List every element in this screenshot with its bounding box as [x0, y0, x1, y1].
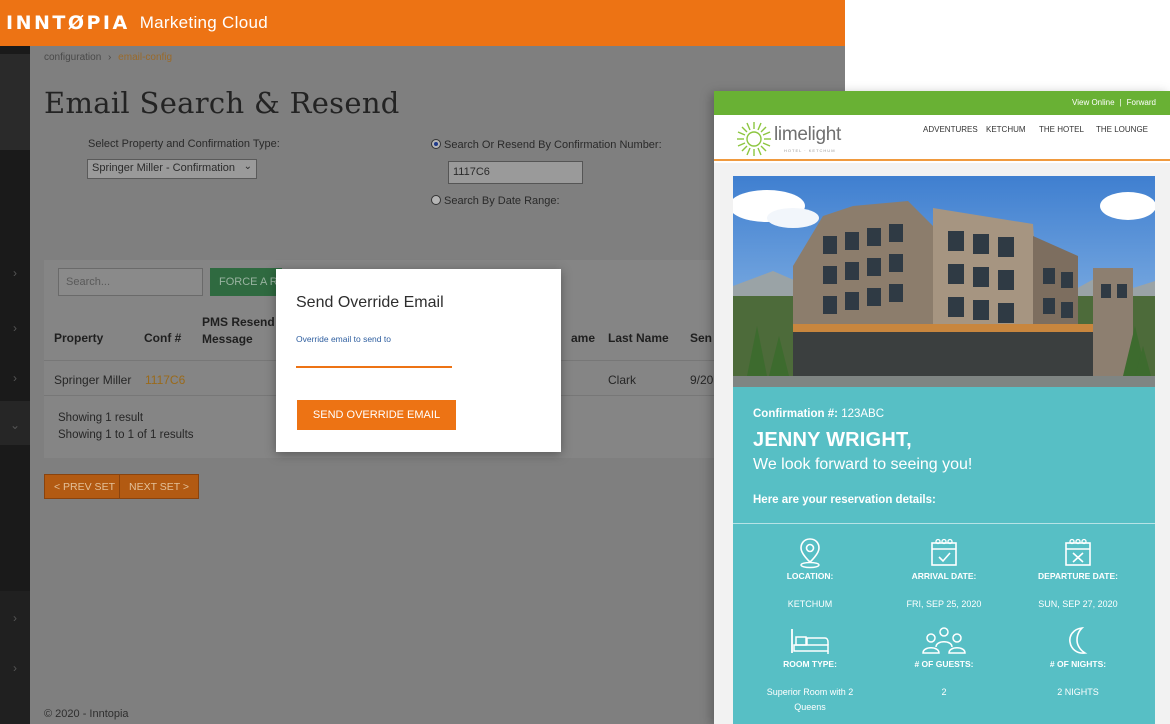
- confirmation-number-input[interactable]: 1117C6: [448, 161, 583, 184]
- detail-location: LOCATION: KETCHUM: [740, 537, 880, 612]
- override-email-label: Override email to send to: [296, 334, 391, 344]
- table-search-input[interactable]: Search...: [58, 268, 203, 296]
- table-footer: Showing 1 result Showing 1 to 1 of 1 res…: [58, 410, 194, 444]
- calendar-x-icon: [1008, 537, 1148, 569]
- nights-value: 2 NIGHTS: [1057, 687, 1099, 697]
- calendar-check-icon: [874, 537, 1014, 569]
- modal-title: Send Override Email: [296, 294, 444, 311]
- forward-link[interactable]: Forward: [1127, 98, 1156, 107]
- nav-the-lounge[interactable]: THE LOUNGE: [1096, 125, 1148, 134]
- screenshot-root: INNTØPIA Marketing Cloud › › › ⌄ › › con…: [0, 0, 1170, 724]
- col-header-sent[interactable]: Sen: [690, 330, 712, 347]
- location-pin-icon: [740, 537, 880, 569]
- radio-date-range[interactable]: [431, 195, 441, 205]
- confirmation-label: Confirmation #:: [753, 408, 838, 420]
- departure-label: DEPARTURE DATE:: [1038, 571, 1118, 581]
- col-header-pms-resend[interactable]: PMS Resend Message: [202, 314, 282, 348]
- col-header-property[interactable]: Property: [54, 330, 103, 347]
- detail-guests: # OF GUESTS: 2: [874, 625, 1014, 700]
- divider: [733, 523, 1155, 524]
- override-email-modal: Send Override Email Override email to se…: [276, 269, 561, 452]
- room-type-label: ROOM TYPE:: [783, 659, 837, 669]
- breadcrumb-email-config[interactable]: email-config: [118, 52, 172, 63]
- reservation-panel: Confirmation #: 123ABC JENNY WRIGHT, We …: [733, 387, 1155, 724]
- moon-icon: [1008, 625, 1148, 657]
- nav-adventures[interactable]: ADVENTURES: [923, 125, 978, 134]
- details-heading: Here are your reservation details:: [753, 494, 936, 506]
- arrival-label: ARRIVAL DATE:: [911, 571, 977, 581]
- sidebar-chevron-right-icon[interactable]: ›: [0, 321, 30, 335]
- confirmation-number: 123ABC: [841, 408, 885, 420]
- breadcrumb-configuration[interactable]: configuration: [44, 52, 101, 63]
- room-type-value: Superior Room with 2 Queens: [766, 687, 854, 712]
- email-preview: View Online | Forward limelight HOTEL · KE…: [714, 91, 1170, 724]
- breadcrumb-separator: ›: [108, 52, 112, 63]
- property-select-label: Select Property and Confirmation Type:: [88, 138, 280, 150]
- col-header-last-name[interactable]: Last Name: [608, 330, 669, 347]
- result-count: Showing 1 result: [58, 412, 144, 424]
- view-online-link[interactable]: View Online: [1072, 98, 1115, 107]
- guests-value: 2: [941, 687, 947, 697]
- brand-subtitle: Marketing Cloud: [139, 13, 268, 32]
- departure-value: SUN, SEP 27, 2020: [1038, 599, 1118, 609]
- result-range: Showing 1 to 1 of 1 results: [58, 429, 194, 441]
- top-bar: INNTØPIA Marketing Cloud: [0, 0, 845, 46]
- email-header: limelight HOTEL · KETCHUM ADVENTURES KET…: [714, 115, 1170, 161]
- col-header-first-name[interactable]: ame: [571, 330, 595, 347]
- detail-arrival: ARRIVAL DATE: FRI, SEP 25, 2020: [874, 537, 1014, 612]
- hotel-photo: [733, 176, 1155, 387]
- guests-label: # OF GUESTS:: [914, 659, 974, 669]
- page-title: Email Search & Resend: [44, 86, 400, 120]
- brand-logo[interactable]: INNTØPIA: [6, 12, 130, 34]
- breadcrumb: configuration › email-config: [44, 52, 172, 63]
- chevron-down-icon: ⌄: [243, 161, 252, 172]
- arrival-value: FRI, SEP 25, 2020: [906, 599, 982, 609]
- copyright: © 2020 - Inntopia: [44, 708, 129, 720]
- guests-icon: [874, 625, 1014, 657]
- limelight-sun-logo-icon: [737, 122, 771, 156]
- cell-sent: 9/20: [690, 373, 714, 387]
- cell-last-name: Clark: [608, 373, 637, 387]
- email-top-bar: View Online | Forward: [714, 91, 1170, 115]
- cell-conf-link[interactable]: 1117C6: [145, 373, 185, 387]
- detail-nights: # OF NIGHTS: 2 NIGHTS: [1008, 625, 1148, 700]
- prev-set-button[interactable]: < PREV SET: [44, 474, 125, 499]
- sidebar-chevron-right-icon[interactable]: ›: [0, 371, 30, 385]
- detail-departure: DEPARTURE DATE: SUN, SEP 27, 2020: [1008, 537, 1148, 612]
- force-resend-button[interactable]: FORCE A RESEND: [210, 268, 282, 296]
- sidebar-chevron-down-icon[interactable]: ⌄: [0, 418, 30, 432]
- sidebar-chevron-right-icon[interactable]: ›: [0, 611, 30, 625]
- col-header-conf[interactable]: Conf #: [144, 330, 181, 347]
- nav-the-hotel[interactable]: THE HOTEL: [1039, 125, 1084, 134]
- guest-name: JENNY WRIGHT,: [753, 429, 912, 451]
- sidebar-item-active[interactable]: [0, 54, 30, 150]
- override-email-input[interactable]: [296, 353, 452, 368]
- radio-confirmation[interactable]: [431, 139, 441, 149]
- property-select[interactable]: Springer Miller - Confirmation ⌄: [87, 159, 257, 179]
- limelight-wordmark[interactable]: limelight: [774, 124, 841, 146]
- email-body: Confirmation #: 123ABC JENNY WRIGHT, We …: [714, 163, 1170, 724]
- radio-date-range-label: Search By Date Range:: [444, 195, 560, 207]
- location-label: LOCATION:: [786, 571, 834, 581]
- nav-ketchum[interactable]: KETCHUM: [986, 125, 1026, 134]
- bed-icon: [740, 625, 880, 657]
- location-value: KETCHUM: [787, 599, 833, 609]
- nights-label: # OF NIGHTS:: [1049, 659, 1107, 669]
- property-select-value: Springer Miller - Confirmation: [92, 162, 236, 174]
- sidebar-chevron-right-icon[interactable]: ›: [0, 661, 30, 675]
- confirmation-line: Confirmation #: 123ABC: [753, 408, 884, 420]
- detail-room-type: ROOM TYPE: Superior Room with 2 Queens: [740, 625, 880, 715]
- radio-date-range-option[interactable]: Search By Date Range:: [431, 195, 560, 207]
- sidebar: › › › ⌄ › ›: [0, 46, 30, 724]
- greeting: We look forward to seeing you!: [753, 456, 973, 473]
- sidebar-chevron-right-icon[interactable]: ›: [0, 266, 30, 280]
- send-override-email-button[interactable]: SEND OVERRIDE EMAIL: [297, 400, 456, 430]
- radio-confirmation-label: Search Or Resend By Confirmation Number:: [444, 139, 662, 151]
- next-set-button[interactable]: NEXT SET >: [119, 474, 200, 499]
- limelight-tagline: HOTEL · KETCHUM: [784, 148, 836, 153]
- cell-property: Springer Miller: [54, 373, 132, 387]
- radio-confirmation-option[interactable]: Search Or Resend By Confirmation Number:: [431, 139, 662, 151]
- top-links-separator: |: [1119, 98, 1122, 107]
